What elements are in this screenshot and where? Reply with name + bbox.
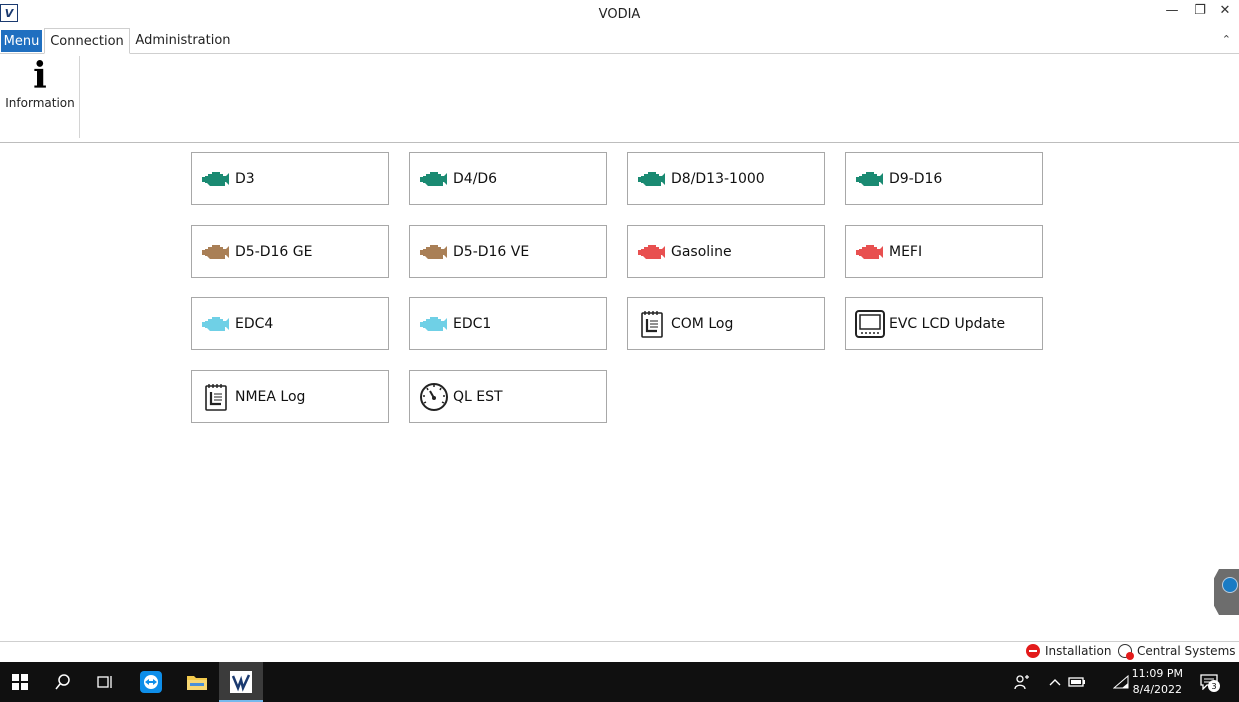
information-label: Information xyxy=(5,96,75,110)
ribbon-panel: i Information xyxy=(0,54,1239,143)
windows-start-icon[interactable] xyxy=(8,670,32,694)
tile-com-log[interactable]: COM Log xyxy=(627,297,825,350)
tile-label: EVC LCD Update xyxy=(889,315,1006,332)
tile-edc1[interactable]: EDC1 xyxy=(409,297,607,350)
task-view-icon[interactable] xyxy=(93,670,117,694)
tile-label: EDC4 xyxy=(235,315,274,332)
minimize-button[interactable]: — xyxy=(1160,3,1184,18)
system-clock[interactable]: 11:09 PM 8/4/2022 xyxy=(1132,666,1183,698)
tile-label: MEFI xyxy=(889,243,923,260)
ribbon-tabs: Menu Connection Administration ⌃ xyxy=(0,28,1239,54)
engine-icon xyxy=(419,237,449,267)
display-icon xyxy=(855,309,885,339)
log-icon xyxy=(201,382,231,412)
engine-icon xyxy=(201,164,231,194)
side-panel-handle[interactable] xyxy=(1214,569,1239,615)
installation-status[interactable]: Installation xyxy=(1026,644,1111,658)
tile-d9-d16[interactable]: D9-D16 xyxy=(845,152,1043,205)
notification-count-badge: 3 xyxy=(1208,680,1220,692)
central-systems-label: Central Systems xyxy=(1137,644,1236,658)
tile-d5-d16-ve[interactable]: D5-D16 VE xyxy=(409,225,607,278)
collapse-ribbon-icon[interactable]: ⌃ xyxy=(1222,33,1231,46)
tile-label: D5-D16 GE xyxy=(235,243,313,260)
menu-button[interactable]: Menu xyxy=(1,30,42,52)
tile-label: D9-D16 xyxy=(889,170,943,187)
engine-icon xyxy=(637,164,667,194)
clock-date: 8/4/2022 xyxy=(1132,683,1183,696)
gauge-icon xyxy=(419,382,449,412)
file-explorer-icon[interactable] xyxy=(185,670,209,694)
info-icon: i xyxy=(33,55,47,97)
search-icon[interactable] xyxy=(51,670,75,694)
ribbon-separator xyxy=(79,56,80,138)
tab-connection[interactable]: Connection xyxy=(44,28,130,54)
engine-icon xyxy=(201,309,231,339)
engine-icon xyxy=(201,237,231,267)
clock-time: 11:09 PM xyxy=(1131,667,1183,680)
information-button[interactable]: i Information xyxy=(2,56,78,118)
restore-button[interactable]: ❐ xyxy=(1188,3,1212,18)
teamviewer-icon[interactable] xyxy=(139,670,163,694)
people-icon[interactable] xyxy=(1010,670,1034,694)
window-title: VODIA xyxy=(598,7,641,22)
chevron-up-icon[interactable] xyxy=(1043,670,1067,694)
remote-support-icon xyxy=(1222,577,1238,593)
log-icon xyxy=(637,309,667,339)
tile-d3[interactable]: D3 xyxy=(191,152,389,205)
engine-icon xyxy=(637,237,667,267)
tile-nmea-log[interactable]: NMEA Log xyxy=(191,370,389,423)
tile-label: D8/D13-1000 xyxy=(671,170,765,187)
tab-administration[interactable]: Administration xyxy=(134,28,232,52)
title-bar: V VODIA — ❐ ✕ xyxy=(0,0,1239,28)
tile-label: COM Log xyxy=(671,315,734,332)
tile-ql-est[interactable]: QL EST xyxy=(409,370,607,423)
tile-label: D3 xyxy=(235,170,255,187)
no-entry-icon xyxy=(1026,644,1040,658)
tile-evc-lcd-update[interactable]: EVC LCD Update xyxy=(845,297,1043,350)
tile-d4-d6[interactable]: D4/D6 xyxy=(409,152,607,205)
windows-taskbar: 11:09 PM 8/4/2022 xyxy=(0,662,1239,702)
vodia-taskbar-icon[interactable] xyxy=(229,670,253,694)
engine-icon xyxy=(419,309,449,339)
tile-d5-d16-ge[interactable]: D5-D16 GE xyxy=(191,225,389,278)
status-bar: Installation Central Systems xyxy=(0,641,1239,663)
installation-label: Installation xyxy=(1045,644,1112,658)
globe-icon xyxy=(1118,644,1134,660)
product-grid: D3 D4/D6 D8/D13-1000 D9-D16 D5-D16 GE D5-D16 … xyxy=(191,152,1051,432)
tile-label: D4/D6 xyxy=(453,170,498,187)
tile-edc4[interactable]: EDC4 xyxy=(191,297,389,350)
battery-icon[interactable] xyxy=(1065,670,1089,694)
tile-mefi[interactable]: MEFI xyxy=(845,225,1043,278)
close-button[interactable]: ✕ xyxy=(1213,3,1237,18)
engine-icon xyxy=(855,164,885,194)
wifi-icon[interactable] xyxy=(1109,670,1133,694)
engine-icon xyxy=(855,237,885,267)
tile-label: Gasoline xyxy=(671,243,732,260)
tile-gasoline[interactable]: Gasoline xyxy=(627,225,825,278)
engine-icon xyxy=(419,164,449,194)
tile-label: NMEA Log xyxy=(235,388,306,405)
central-systems-status[interactable]: Central Systems xyxy=(1118,644,1236,660)
tile-label: D5-D16 VE xyxy=(453,243,530,260)
tile-label: QL EST xyxy=(453,388,503,405)
tile-label: EDC1 xyxy=(453,315,492,332)
tile-d8-d13-1000[interactable]: D8/D13-1000 xyxy=(627,152,825,205)
